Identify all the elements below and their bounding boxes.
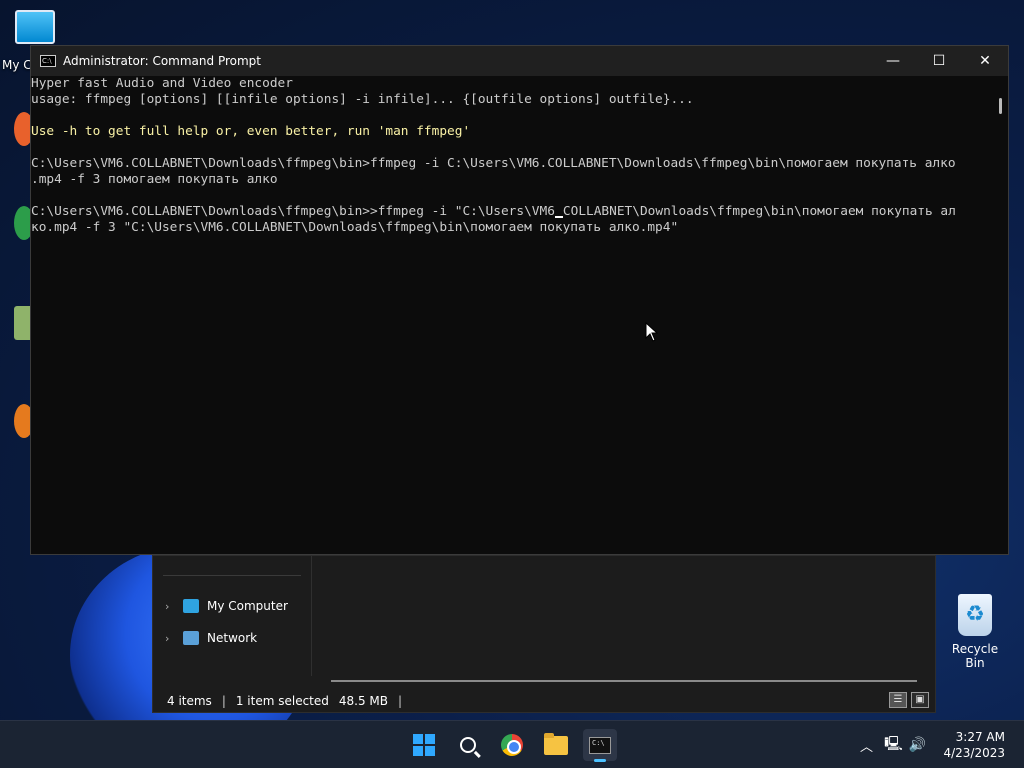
chevron-right-icon[interactable]: ›: [165, 632, 175, 645]
console-line-text: C:\Users\VM6.COLLABNET\Downloads\ffmpeg\…: [31, 204, 555, 219]
chrome-taskbar-button[interactable]: [495, 729, 529, 761]
details-view-icon[interactable]: ☰: [889, 692, 907, 708]
console-line-text: ко.mp4 -f 3 "C:\Users\VM6.COLLABNET\Down…: [31, 220, 679, 235]
console-line: C:\Users\VM6.COLLABNET\Downloads\ffmpeg\…: [31, 204, 990, 220]
windows-logo-icon: [413, 734, 435, 756]
view-toggle: ☰ ▣: [889, 692, 929, 708]
cmd-app-icon[interactable]: C:\: [40, 55, 56, 67]
desktop-icon-my-computer[interactable]: My C: [0, 10, 70, 72]
console-line: Use -h to get full help or, even better,…: [31, 124, 990, 140]
network-icon[interactable]: 🖳: [881, 733, 905, 757]
mouse-pointer-icon: [645, 322, 659, 342]
computer-icon: [183, 599, 199, 613]
clock-time: 3:27 AM: [955, 730, 1005, 744]
maximize-button[interactable]: ☐: [916, 46, 962, 76]
desktop-icon-recycle-bin[interactable]: ♻ Recycle Bin: [942, 594, 1008, 670]
desktop-icon-label: Recycle Bin: [951, 642, 999, 670]
clock-date: 4/23/2023: [943, 746, 1005, 760]
selection-size: 48.5 MB: [338, 694, 389, 708]
start-button[interactable]: [407, 729, 441, 761]
horizontal-scrollbar[interactable]: [331, 680, 917, 682]
window-title: Administrator: Command Prompt: [63, 54, 261, 68]
nav-item-label: Network: [207, 631, 258, 645]
search-icon: [460, 737, 476, 753]
chrome-icon: [501, 734, 523, 756]
nav-item-my-computer[interactable]: › My Computer: [165, 599, 288, 613]
active-indicator: [594, 759, 606, 762]
console-line-text: .mp4 -f 3 помогаем покупать алко: [31, 172, 278, 187]
console-line: ко.mp4 -f 3 "C:\Users\VM6.COLLABNET\Down…: [31, 220, 990, 236]
console-output[interactable]: Hyper fast Audio and Video encoder usage:…: [31, 76, 990, 554]
close-button[interactable]: ✕: [962, 46, 1008, 76]
nav-item-label: My Computer: [207, 599, 288, 613]
recycle-bin-icon: ♻: [958, 594, 992, 636]
console-line-text: Use -h to get full help or, even better,…: [31, 124, 471, 139]
volume-icon[interactable]: 🔊: [905, 737, 929, 753]
taskbar: C:\ ︿ 🖳 🔊 3:27 AM 4/23/2023: [0, 720, 1024, 768]
status-separator: |: [221, 694, 226, 708]
clock[interactable]: 3:27 AM 4/23/2023: [929, 729, 1024, 761]
status-bar: 4 items | 1 item selected 48.5 MB |: [167, 694, 402, 708]
file-explorer-taskbar-button[interactable]: [539, 729, 573, 761]
terminal-icon: C:\: [589, 736, 611, 754]
console-line: Hyper fast Audio and Video encoder: [31, 76, 990, 92]
nav-divider: [163, 575, 301, 576]
vertical-scrollbar-thumb[interactable]: [999, 98, 1002, 114]
chevron-right-icon[interactable]: ›: [165, 600, 175, 613]
search-button[interactable]: [451, 729, 485, 761]
console-line: .mp4 -f 3 помогаем покупать алко: [31, 172, 990, 188]
folder-icon: [544, 732, 568, 755]
computer-icon: [15, 10, 55, 44]
title-bar[interactable]: C:\ Administrator: Command Prompt — ☐ ✕: [31, 46, 1008, 76]
large-icons-view-icon[interactable]: ▣: [911, 692, 929, 708]
desktop-icon-label: My C: [2, 58, 32, 72]
text-cursor: [554, 204, 563, 218]
show-hidden-icons-chevron-icon[interactable]: ︿: [851, 736, 881, 755]
window-controls: — ☐ ✕: [870, 46, 1008, 76]
console-line-text: usage: ffmpeg [options] [[infile options…: [31, 92, 694, 107]
pane-divider[interactable]: [311, 556, 312, 676]
console-line-text: Hyper fast Audio and Video encoder: [31, 76, 293, 91]
console-line-text: C:\Users\VM6.COLLABNET\Downloads\ffmpeg\…: [31, 156, 956, 171]
nav-item-network[interactable]: › Network: [165, 631, 257, 645]
file-explorer-window: › My Computer › Network 4 items | 1 item…: [152, 555, 936, 713]
console-line: usage: ffmpeg [options] [[infile options…: [31, 92, 990, 108]
selection-count: 1 item selected: [235, 694, 329, 708]
command-prompt-taskbar-button[interactable]: C:\: [583, 729, 617, 762]
command-prompt-window[interactable]: C:\ Administrator: Command Prompt — ☐ ✕ …: [30, 45, 1009, 555]
minimize-button[interactable]: —: [870, 46, 916, 76]
console-line: C:\Users\VM6.COLLABNET\Downloads\ffmpeg\…: [31, 156, 990, 172]
system-tray: ︿ 🖳 🔊 3:27 AM 4/23/2023: [851, 721, 1024, 768]
network-icon: [183, 631, 199, 645]
status-separator: |: [398, 694, 403, 708]
console-line-text: COLLABNET\Downloads\ffmpeg\bin\помогаем …: [562, 204, 956, 219]
item-count: 4 items: [167, 694, 212, 708]
